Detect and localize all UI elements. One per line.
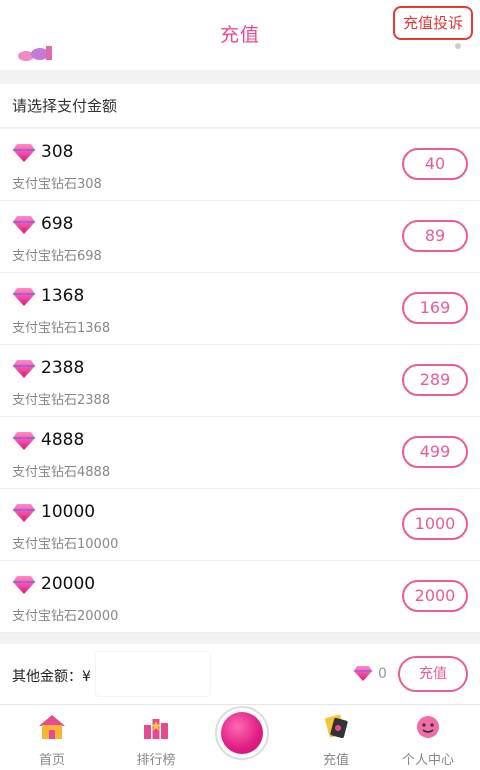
package-desc: 支付宝钻石308 bbox=[12, 177, 102, 192]
diamond-amount: 4888 bbox=[41, 430, 85, 450]
diamond-small-icon bbox=[353, 666, 373, 681]
price-button[interactable]: 2000 bbox=[402, 580, 468, 612]
diamond-icon bbox=[13, 432, 35, 450]
diamond-amount: 20000 bbox=[41, 574, 96, 594]
package-row[interactable]: 20000 支付宝钻石20000 2000 bbox=[0, 561, 480, 633]
price-button[interactable]: 499 bbox=[402, 436, 468, 468]
tab-home[interactable]: 首页 bbox=[4, 705, 100, 770]
ranking-icon bbox=[144, 719, 168, 739]
package-list: 308 支付宝钻石308 40 698 支付宝钻石698 89 1368 支付宝… bbox=[0, 129, 480, 633]
diamond-count: 0 bbox=[378, 666, 387, 682]
tab-label: 充值 bbox=[322, 753, 349, 768]
package-desc: 支付宝钻石10000 bbox=[12, 537, 119, 552]
tab-label: 个人中心 bbox=[401, 753, 454, 768]
other-amount-label: 其他金额：¥ bbox=[12, 669, 91, 685]
package-row[interactable]: 10000 支付宝钻石10000 1000 bbox=[0, 489, 480, 561]
center-ball-icon bbox=[221, 712, 263, 754]
package-row[interactable]: 698 支付宝钻石698 89 bbox=[0, 201, 480, 273]
complain-button[interactable]: 充值投诉 bbox=[392, 6, 473, 40]
package-row[interactable]: 1368 支付宝钻石1368 169 bbox=[0, 273, 480, 345]
tab-label: 排行榜 bbox=[136, 753, 176, 768]
tab-ranking[interactable]: 排行榜 bbox=[108, 705, 204, 770]
package-desc: 支付宝钻石1368 bbox=[12, 321, 111, 336]
package-desc: 支付宝钻石4888 bbox=[12, 465, 111, 480]
tab-recharge[interactable]: 充值 bbox=[288, 705, 384, 770]
price-button[interactable]: 40 bbox=[402, 148, 468, 180]
diamond-icon bbox=[13, 288, 35, 306]
diamond-icon bbox=[13, 576, 35, 594]
tab-label: 首页 bbox=[38, 753, 65, 768]
tab-profile[interactable]: 个人中心 bbox=[380, 705, 476, 770]
recharge-icon bbox=[325, 714, 348, 739]
home-icon bbox=[39, 715, 65, 739]
profile-icon bbox=[417, 716, 439, 738]
diamond-amount: 10000 bbox=[41, 502, 96, 522]
diamond-amount: 2388 bbox=[41, 358, 85, 378]
diamond-icon bbox=[13, 360, 35, 378]
price-button[interactable]: 1000 bbox=[402, 508, 468, 540]
price-button[interactable]: 89 bbox=[402, 220, 468, 252]
recharge-button[interactable]: 充值 bbox=[398, 656, 468, 692]
diamond-amount: 698 bbox=[41, 214, 74, 234]
diamond-amount: 1368 bbox=[41, 286, 85, 306]
price-button[interactable]: 289 bbox=[402, 364, 468, 396]
package-desc: 支付宝钻石698 bbox=[12, 249, 102, 264]
diamond-icon bbox=[13, 216, 35, 234]
other-amount-input[interactable] bbox=[95, 651, 211, 697]
package-row[interactable]: 2388 支付宝钻石2388 289 bbox=[0, 345, 480, 417]
package-desc: 支付宝钻石2388 bbox=[12, 393, 111, 408]
diamond-icon bbox=[13, 504, 35, 522]
section-title: 请选择支付金额 bbox=[0, 84, 480, 128]
diamond-icon bbox=[13, 144, 35, 162]
package-desc: 支付宝钻石20000 bbox=[12, 609, 119, 624]
avatar-peek-icon bbox=[18, 46, 52, 61]
decor-dot-icon bbox=[455, 43, 461, 49]
package-row[interactable]: 308 支付宝钻石308 40 bbox=[0, 129, 480, 201]
center-action-button[interactable] bbox=[215, 706, 269, 760]
price-button[interactable]: 169 bbox=[402, 292, 468, 324]
other-amount-bar: 其他金额：¥ 0 充值 bbox=[0, 644, 480, 704]
package-row[interactable]: 4888 支付宝钻石4888 499 bbox=[0, 417, 480, 489]
diamond-amount: 308 bbox=[41, 142, 74, 162]
top-header: 充值 充值投诉 bbox=[0, 0, 480, 70]
